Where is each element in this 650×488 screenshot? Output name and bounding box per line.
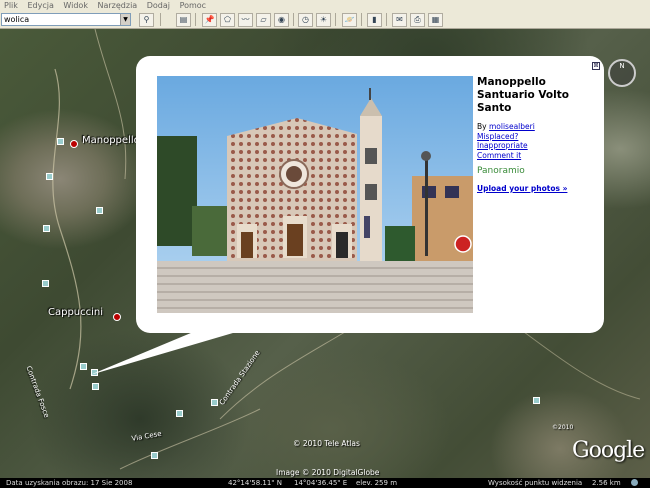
polygon-icon[interactable]: ⬠ bbox=[220, 13, 235, 27]
status-bar: Data uzyskania obrazu: 17 Sie 2008 42°14… bbox=[0, 478, 650, 488]
toolbar-divider bbox=[386, 13, 387, 26]
photo-marker[interactable] bbox=[533, 397, 540, 404]
email-icon[interactable]: ✉ bbox=[392, 13, 407, 27]
inappropriate-link[interactable]: Inappropriate bbox=[477, 141, 528, 150]
latitude-readout: 42°14'58.11" N bbox=[228, 479, 282, 487]
search-icon[interactable]: ⚲ bbox=[139, 13, 154, 27]
toolbar-divider bbox=[335, 13, 336, 26]
elevation-readout: elev. 259 m bbox=[356, 479, 398, 487]
menu-view[interactable]: Widok bbox=[63, 1, 88, 10]
photo-marker[interactable] bbox=[42, 280, 49, 287]
copyright-tele-atlas: © 2010 Tele Atlas bbox=[293, 439, 360, 448]
search-value: wolica bbox=[4, 15, 30, 24]
photo-marker[interactable] bbox=[46, 173, 53, 180]
toolbar-divider bbox=[361, 13, 362, 26]
balloon-tail bbox=[90, 325, 260, 375]
church-photo[interactable] bbox=[157, 76, 473, 313]
author-line: By molisealberi bbox=[477, 122, 591, 132]
toolbar: wolica ▼ ⚲ ▤ 📌 ⬠ 〰 ▱ ◉ ◷ ☀ 🪐 ▮ ✉ ⎙ ▦ bbox=[0, 11, 650, 29]
chevron-down-icon[interactable]: ▼ bbox=[120, 14, 130, 25]
ruler-icon[interactable]: ▮ bbox=[367, 13, 382, 27]
compass-icon[interactable]: N bbox=[608, 59, 636, 87]
sidebar-toggle-icon[interactable]: ▤ bbox=[176, 13, 191, 27]
place-label-manoppello[interactable]: Manoppello bbox=[82, 135, 140, 146]
church-photo-image bbox=[157, 76, 473, 313]
eye-altitude-value: 2.56 km bbox=[592, 479, 621, 487]
imagery-date: Data uzyskania obrazu: 17 Sie 2008 bbox=[6, 479, 133, 487]
photo-marker[interactable] bbox=[151, 452, 158, 459]
google-logo: Google bbox=[572, 438, 645, 463]
panoramio-logo[interactable]: Panoramio bbox=[477, 166, 591, 176]
toolbar-divider bbox=[160, 13, 161, 26]
author-link[interactable]: molisealberi bbox=[489, 122, 535, 131]
menu-file[interactable]: Plik bbox=[4, 1, 18, 10]
record-tour-icon[interactable]: ◉ bbox=[274, 13, 289, 27]
copyright-digitalglobe: Image © 2010 DigitalGlobe bbox=[276, 468, 380, 477]
eye-altitude-label: Wysokość punktu widzenia bbox=[488, 479, 583, 487]
menu-bar: Plik Edycja Widok Narzędzia Dodaj Pomoc bbox=[0, 0, 650, 11]
photo-info-panel: Manoppello Santuario Volto Santo By moli… bbox=[477, 76, 591, 194]
place-marker[interactable] bbox=[70, 140, 78, 148]
upload-photos-link[interactable]: Upload your photos » bbox=[477, 184, 567, 193]
menu-add[interactable]: Dodaj bbox=[147, 1, 170, 10]
menu-help[interactable]: Pomoc bbox=[180, 1, 207, 10]
streaming-icon bbox=[631, 479, 638, 486]
copyright-google: ©2010 bbox=[552, 424, 574, 431]
sunlight-icon[interactable]: ☀ bbox=[316, 13, 331, 27]
photo-marker[interactable] bbox=[80, 363, 87, 370]
by-label: By bbox=[477, 122, 487, 131]
photo-title: Manoppello Santuario Volto Santo bbox=[477, 76, 569, 114]
photo-marker[interactable] bbox=[176, 410, 183, 417]
comment-link[interactable]: Comment it bbox=[477, 151, 521, 160]
place-marker[interactable] bbox=[113, 313, 121, 321]
misplaced-link[interactable]: Misplaced? bbox=[477, 132, 518, 141]
path-icon[interactable]: 〰 bbox=[238, 13, 253, 27]
sky-icon[interactable]: 🪐 bbox=[342, 13, 357, 27]
image-overlay-icon[interactable]: ▱ bbox=[256, 13, 271, 27]
photo-marker[interactable] bbox=[96, 207, 103, 214]
menu-tools[interactable]: Narzędzia bbox=[98, 1, 138, 10]
compass-label: N bbox=[619, 62, 625, 70]
placemark-icon[interactable]: 📌 bbox=[202, 13, 217, 27]
photo-marker[interactable] bbox=[43, 225, 50, 232]
print-icon[interactable]: ⎙ bbox=[410, 13, 425, 27]
photo-marker[interactable] bbox=[92, 383, 99, 390]
search-input[interactable]: wolica ▼ bbox=[1, 13, 131, 26]
maps-icon[interactable]: ▦ bbox=[428, 13, 443, 27]
longitude-readout: 14°04'36.45" E bbox=[294, 479, 348, 487]
close-icon[interactable]: ⊠ bbox=[592, 62, 600, 70]
place-label-cappuccini[interactable]: Cappuccini bbox=[48, 307, 103, 318]
toolbar-divider bbox=[195, 13, 196, 26]
historical-imagery-icon[interactable]: ◷ bbox=[298, 13, 313, 27]
photo-marker[interactable] bbox=[211, 399, 218, 406]
menu-edit[interactable]: Edycja bbox=[27, 1, 53, 10]
toolbar-divider bbox=[293, 13, 294, 26]
photo-marker[interactable] bbox=[57, 138, 64, 145]
